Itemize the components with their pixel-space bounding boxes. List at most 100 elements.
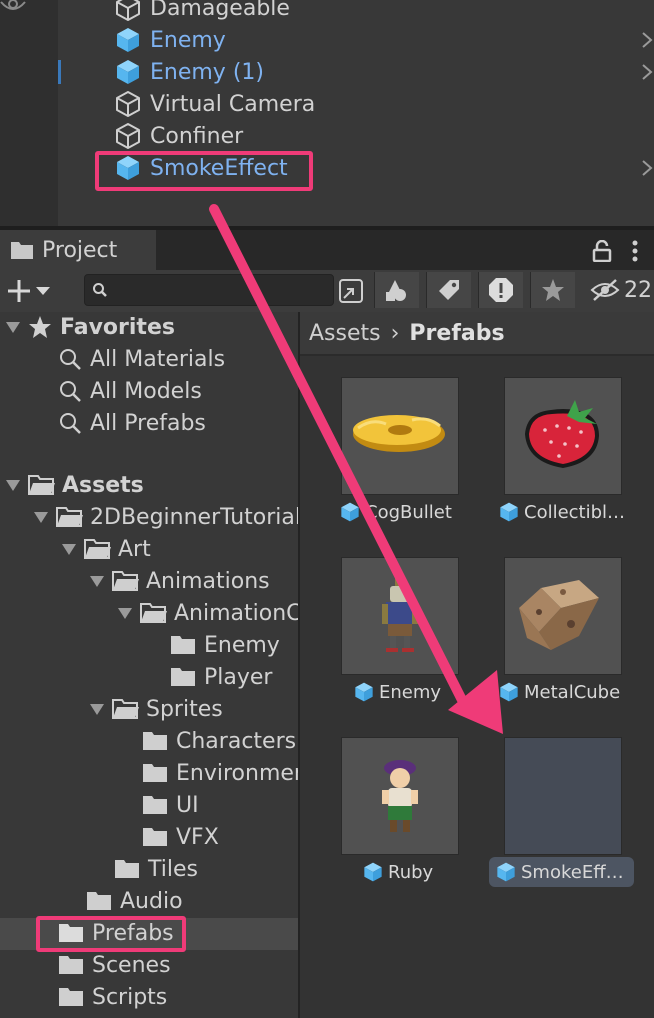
shapes-icon — [386, 280, 406, 301]
asset-thumbnail-metalcube[interactable] — [504, 557, 622, 675]
chevron-down-icon[interactable] — [60, 541, 78, 557]
tree-item-player[interactable]: Player — [170, 661, 272, 693]
breadcrumb-prefabs[interactable]: Prefabs — [409, 321, 504, 346]
hierarchy-item-label: Damageable — [150, 0, 290, 21]
chevron-down-icon[interactable] — [32, 509, 50, 525]
tree-item-tiles[interactable]: Tiles — [114, 853, 198, 885]
tree-item-scripts[interactable]: Scripts — [58, 981, 167, 1013]
tree-label: 2DBeginnerTutorial — [90, 504, 301, 530]
warning-icon — [489, 278, 513, 302]
asset-name: CogBullet — [365, 501, 452, 523]
hierarchy-item-virtual-camera[interactable]: Virtual Camera — [114, 88, 315, 120]
search-field[interactable] — [84, 274, 334, 306]
tree-item-scenes[interactable]: Scenes — [58, 949, 171, 981]
tree-item-all-models[interactable]: All Models — [58, 375, 202, 407]
prefab-cube-icon — [500, 502, 518, 522]
eye-icon[interactable] — [0, 0, 26, 14]
cube-icon — [116, 91, 140, 117]
tree-item-vfx[interactable]: VFX — [142, 821, 219, 853]
search-input[interactable] — [115, 277, 329, 303]
chevron-right-icon[interactable] — [640, 63, 654, 81]
asset-thumbnail-ruby[interactable] — [341, 737, 459, 855]
tree-item-all-materials[interactable]: All Materials — [58, 343, 225, 375]
asset-name: Collectibl… — [524, 501, 626, 523]
tree-item-animations[interactable]: Animations — [88, 565, 270, 597]
chevron-right-icon[interactable] — [640, 31, 654, 49]
tab-project[interactable]: Project — [0, 230, 156, 270]
tree-item-audio[interactable]: Audio — [86, 885, 183, 917]
tree-item-assets[interactable]: Assets — [4, 469, 144, 501]
tree-label: Scenes — [92, 952, 171, 978]
search-icon — [93, 283, 107, 297]
asset-label-smokeeffect[interactable]: SmokeEff… — [489, 857, 634, 887]
chevron-down-icon[interactable] — [88, 573, 106, 589]
tree-label: Audio — [120, 888, 183, 914]
hidden-packages-toggle[interactable]: 22 — [590, 272, 654, 308]
hierarchy-item-enemy-1[interactable]: Enemy (1) — [114, 56, 264, 88]
asset-name: Enemy — [379, 681, 442, 703]
lock-icon[interactable] — [592, 240, 612, 262]
folder-icon — [59, 956, 83, 974]
asset-thumbnail-cogbullet[interactable] — [341, 377, 459, 495]
asset-label-metalcube[interactable]: MetalCube — [498, 678, 620, 706]
chevron-down-icon[interactable] — [4, 477, 22, 493]
hierarchy-item-enemy[interactable]: Enemy — [114, 24, 226, 56]
search-popout-icon[interactable] — [336, 276, 366, 306]
folder-open-icon — [112, 571, 139, 591]
folder-open-icon — [84, 539, 111, 559]
chevron-down-icon[interactable] — [88, 701, 106, 717]
asset-label-collectible[interactable]: Collectibl… — [498, 498, 625, 526]
folder-icon — [59, 988, 83, 1006]
tree-label: Tiles — [148, 856, 198, 882]
filter-by-type-button[interactable] — [374, 272, 419, 308]
tree-label: All Materials — [90, 346, 226, 372]
folder-icon — [143, 732, 167, 750]
tree-label: Favorites — [60, 314, 175, 340]
folder-icon — [171, 668, 195, 686]
tree-item-favorites[interactable]: Favorites — [4, 311, 175, 343]
tree-label: Environment — [176, 760, 317, 786]
favorites-filter-button[interactable] — [530, 272, 575, 308]
filter-by-warning-button[interactable] — [478, 272, 523, 308]
folder-icon — [87, 892, 111, 910]
metal-cube-image — [519, 580, 599, 650]
modified-marker — [58, 60, 61, 84]
breadcrumb: Assets › Prefabs — [300, 312, 654, 356]
tree-label: UI — [176, 792, 199, 818]
hierarchy-item-confiner[interactable]: Confiner — [114, 120, 243, 152]
tree-item-characters[interactable]: Characters — [142, 725, 296, 757]
hierarchy-item-damageable[interactable]: Damageable — [114, 0, 290, 24]
kebab-icon[interactable] — [630, 240, 640, 262]
hidden-packages-count: 22 — [624, 277, 652, 303]
hidden-eye-icon — [590, 279, 620, 301]
asset-thumbnail-collectible[interactable] — [504, 377, 622, 495]
chevron-right-icon[interactable] — [640, 159, 654, 177]
chevron-down-icon[interactable] — [4, 319, 22, 335]
tag-icon — [439, 280, 459, 300]
ruby-character-image — [382, 760, 418, 832]
tree-item-ui[interactable]: UI — [142, 789, 199, 821]
prefabs-folder-highlight-box — [36, 916, 186, 952]
tree-item-enemy[interactable]: Enemy — [170, 629, 280, 661]
asset-label-ruby[interactable]: Ruby — [362, 858, 433, 886]
prefab-cube-icon — [364, 862, 382, 882]
asset-name: Ruby — [388, 861, 434, 883]
create-dropdown-button[interactable] — [4, 276, 60, 306]
asset-thumbnail-enemy[interactable] — [341, 557, 459, 675]
asset-label-enemy[interactable]: Enemy — [353, 678, 441, 706]
tree-item-environment[interactable]: Environment — [142, 757, 316, 789]
asset-label-cogbullet[interactable]: CogBullet — [339, 498, 452, 526]
tree-item-all-prefabs[interactable]: All Prefabs — [58, 407, 206, 439]
tree-label: Animations — [146, 568, 270, 594]
tree-item-sprites[interactable]: Sprites — [88, 693, 223, 725]
tree-item-2dbeginnertutorial[interactable]: 2DBeginnerTutorial — [32, 501, 301, 533]
filter-by-label-button[interactable] — [426, 272, 471, 308]
prefab-cube-icon — [117, 60, 139, 84]
tree-label: All Models — [90, 378, 202, 404]
star-icon — [29, 316, 51, 338]
asset-thumbnail-smokeeffect[interactable] — [504, 737, 622, 855]
chevron-down-icon[interactable] — [116, 605, 134, 621]
smokeeffect-highlight-box — [95, 151, 313, 191]
breadcrumb-assets[interactable]: Assets — [309, 321, 381, 346]
tree-item-art[interactable]: Art — [60, 533, 151, 565]
